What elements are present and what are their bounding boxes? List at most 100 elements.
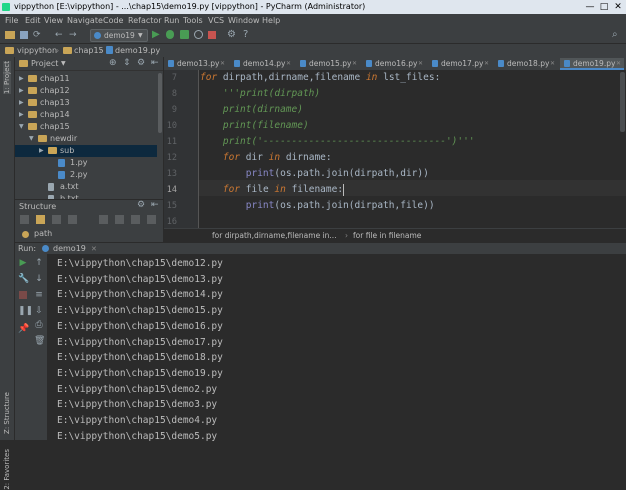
print-icon[interactable]: ⎙: [34, 320, 44, 330]
settings-icon[interactable]: ⚙: [137, 200, 145, 210]
debug-icon[interactable]: [166, 30, 174, 39]
soft-wrap-icon[interactable]: ≡: [34, 290, 44, 300]
down-arrow-icon[interactable]: ↓: [34, 274, 44, 284]
editor-scrollbar[interactable]: [620, 72, 625, 132]
tree-item-chap12[interactable]: ▶ chap12: [15, 85, 157, 97]
show-inherited-icon[interactable]: [68, 215, 77, 224]
collapsed-arrow-icon[interactable]: ▶: [39, 145, 44, 157]
gear-icon[interactable]: ⚙: [137, 57, 145, 70]
breadcrumb-file[interactable]: demo19.py: [115, 44, 160, 57]
help-icon[interactable]: ?: [243, 29, 248, 40]
collapsed-arrow-icon[interactable]: ▶: [19, 97, 24, 109]
main-toolbar: ⟳ ← → demo19 ▼ ▶ ⚙ ? ⌕: [0, 27, 626, 44]
menu-tools[interactable]: Tools: [183, 14, 203, 27]
tree-item-2-py[interactable]: 2.py: [15, 169, 157, 181]
chevron-down-icon[interactable]: ▼: [61, 57, 66, 70]
structure-item-path[interactable]: path: [34, 228, 52, 240]
tree-item-newdir[interactable]: ▼ newdir: [15, 133, 157, 145]
tab-demo17-py[interactable]: demo17.py ✕: [428, 58, 492, 70]
tab-demo19-py[interactable]: demo19.py ✕: [560, 58, 624, 70]
scroll-to-end-icon[interactable]: ⇩: [34, 306, 44, 316]
maximize-button[interactable]: □: [599, 2, 609, 12]
tree-item-sub[interactable]: ▶ sub: [15, 145, 157, 157]
collapsed-arrow-icon[interactable]: ▶: [19, 109, 24, 121]
menu-help[interactable]: Help: [262, 14, 280, 27]
show-fields-icon[interactable]: [52, 215, 61, 224]
tab-demo13-py[interactable]: demo13.py ✕: [164, 58, 228, 70]
close-button[interactable]: ✕: [613, 2, 623, 12]
scrollbar[interactable]: [158, 73, 162, 133]
target-icon[interactable]: ⊕: [109, 57, 117, 70]
expanded-arrow-icon[interactable]: ▼: [29, 133, 34, 145]
rerun-icon[interactable]: ▶: [18, 258, 28, 268]
stop-icon[interactable]: [208, 31, 216, 39]
close-icon[interactable]: ✕: [352, 58, 357, 70]
tree-item-chap13[interactable]: ▶ chap13: [15, 97, 157, 109]
sync-icon[interactable]: ⟳: [33, 30, 41, 40]
open-folder-icon[interactable]: [5, 31, 15, 39]
wrench-icon[interactable]: 🔧: [18, 274, 29, 284]
run-console[interactable]: E:\vippython\chap15\demo12.py E:\vippytho…: [48, 254, 626, 442]
forward-arrow-icon[interactable]: →: [69, 30, 77, 40]
settings-icon[interactable]: ⚙: [227, 29, 236, 40]
tree-item-chap11[interactable]: ▶ chap11: [15, 73, 157, 85]
breadcrumb-inner-loop[interactable]: for file in filename: [353, 229, 421, 242]
pin-icon[interactable]: 📌: [18, 324, 29, 334]
collapse-icon[interactable]: ⇕: [123, 57, 131, 70]
tree-item-chap15[interactable]: ▼ chap15: [15, 121, 157, 133]
collapsed-arrow-icon[interactable]: ▶: [19, 73, 24, 85]
menu-navigate[interactable]: Navigate: [67, 14, 103, 27]
code-editor[interactable]: 7 8 9 10 11 12 13 14 15 16 for dirpath,dirname,fi…: [164, 70, 626, 228]
menu-edit[interactable]: Edit: [25, 14, 41, 27]
breadcrumb-outer-loop[interactable]: for dirpath,dirname,filename in...: [212, 229, 337, 242]
stop-icon[interactable]: [18, 290, 28, 300]
save-icon[interactable]: [20, 31, 28, 39]
menu-vcs[interactable]: VCS: [208, 14, 224, 27]
close-icon[interactable]: ✕: [418, 58, 423, 70]
structure-tool-tab[interactable]: Z: Structure: [3, 392, 11, 434]
close-icon[interactable]: ✕: [220, 58, 225, 70]
tab-demo16-py[interactable]: demo16.py ✕: [362, 58, 426, 70]
tree-item-chap14[interactable]: ▶ chap14: [15, 109, 157, 121]
sort-type-icon[interactable]: [36, 215, 45, 224]
profile-icon[interactable]: [194, 30, 203, 39]
expand-all-icon[interactable]: [99, 215, 108, 224]
tree-item-a-txt[interactable]: a.txt: [15, 181, 157, 193]
favorites-tool-tab[interactable]: 2: Favorites: [3, 449, 11, 490]
menu-window[interactable]: Window: [228, 14, 260, 27]
back-arrow-icon[interactable]: ←: [55, 30, 63, 40]
collapse-all-icon[interactable]: [115, 215, 124, 224]
menu-view[interactable]: View: [44, 14, 63, 27]
menu-refactor[interactable]: Refactor: [128, 14, 162, 27]
collapsed-arrow-icon[interactable]: ▶: [19, 85, 24, 97]
coverage-icon[interactable]: [180, 30, 189, 39]
tab-demo18-py[interactable]: demo18.py ✕: [494, 58, 558, 70]
tab-demo14-py[interactable]: demo14.py ✕: [230, 58, 294, 70]
tab-demo15-py[interactable]: demo15.py ✕: [296, 58, 360, 70]
close-icon[interactable]: ✕: [484, 58, 489, 70]
close-icon[interactable]: ✕: [550, 58, 555, 70]
menu-run[interactable]: Run: [164, 14, 179, 27]
hide-icon[interactable]: ⇤: [151, 57, 159, 70]
autoscroll-from-source-icon[interactable]: [147, 215, 156, 224]
close-icon[interactable]: ✕: [286, 58, 291, 70]
autoscroll-to-source-icon[interactable]: [131, 215, 140, 224]
line-number: 15: [166, 201, 177, 211]
run-icon[interactable]: ▶: [152, 29, 160, 40]
project-panel-title[interactable]: Project: [31, 57, 58, 70]
hide-icon[interactable]: ⇤: [151, 200, 159, 210]
project-tool-tab[interactable]: 1: Project: [3, 61, 11, 94]
trash-icon[interactable]: 🗑: [34, 336, 45, 346]
search-icon[interactable]: ⌕: [612, 29, 618, 40]
menu-code[interactable]: Code: [103, 14, 123, 27]
menu-file[interactable]: File: [5, 14, 18, 27]
up-arrow-icon[interactable]: ↑: [34, 258, 44, 268]
run-config-selector[interactable]: demo19 ▼: [90, 29, 148, 42]
sort-alpha-icon[interactable]: [20, 215, 29, 224]
pause-icon[interactable]: ❚❚: [18, 306, 33, 316]
minimize-button[interactable]: —: [585, 2, 595, 12]
breadcrumb-project[interactable]: vippython: [17, 44, 57, 57]
close-icon[interactable]: ✕: [616, 58, 621, 68]
expanded-arrow-icon[interactable]: ▼: [19, 121, 24, 133]
tree-item-1-py[interactable]: 1.py: [15, 157, 157, 169]
